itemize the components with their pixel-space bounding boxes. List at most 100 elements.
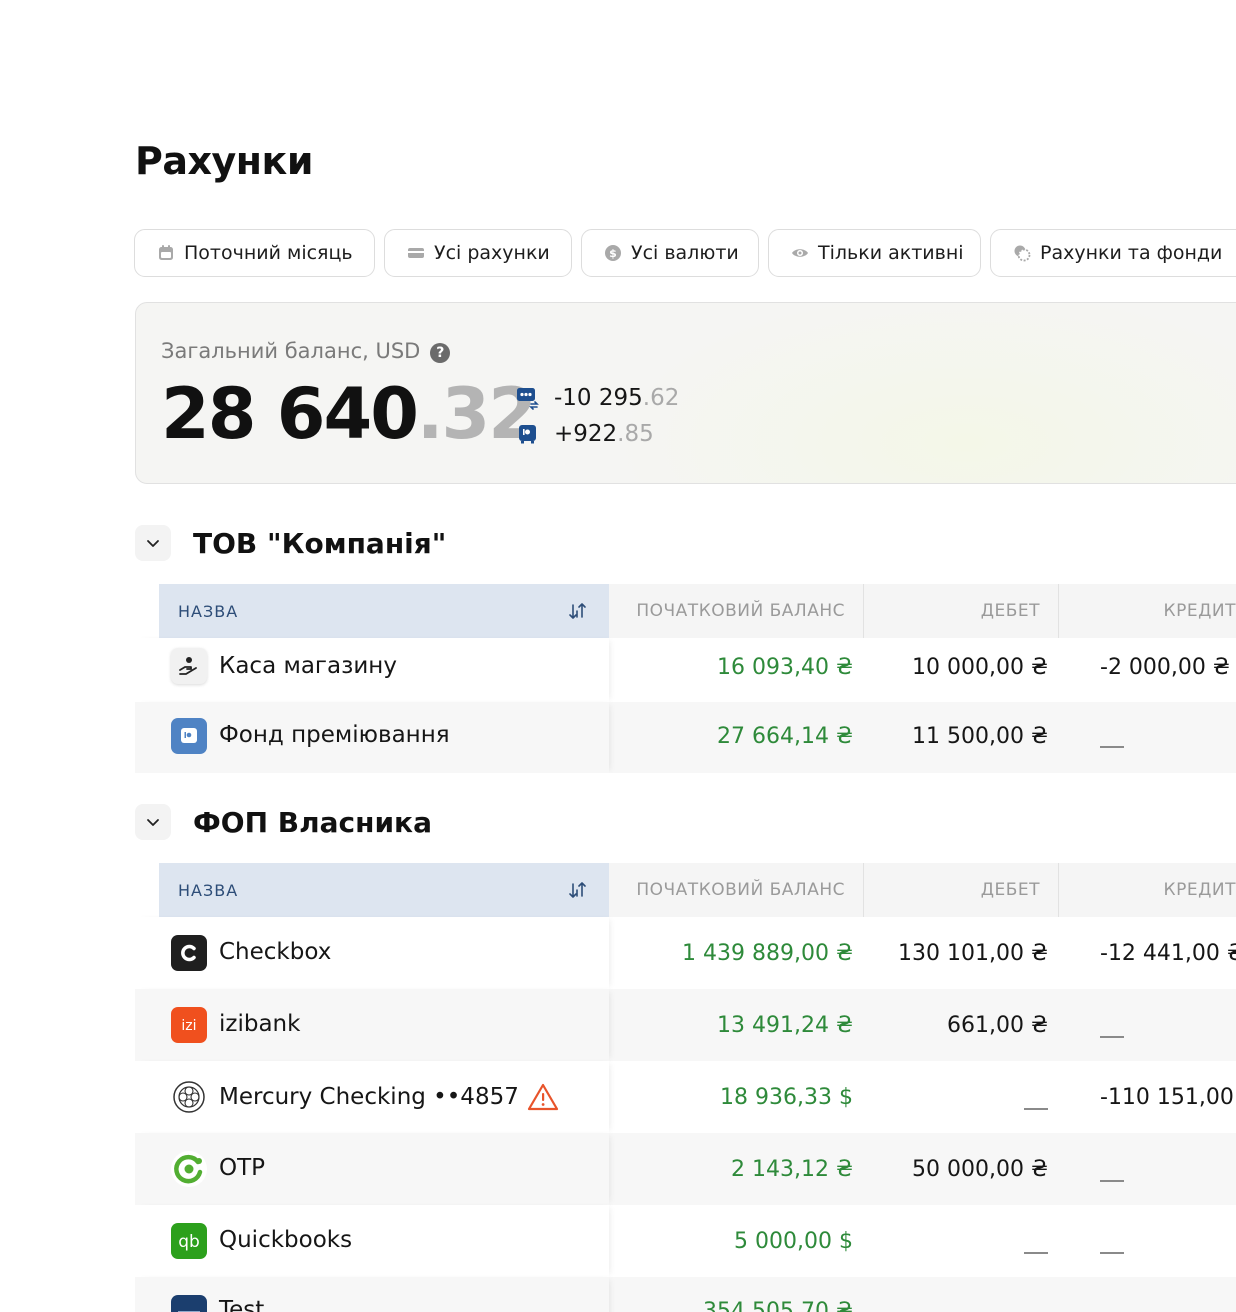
group-header-company: ТОВ "Компанія" [135, 525, 446, 561]
table-row[interactable]: Mercury Checking ••4857 18 936,33 $ -110… [135, 1061, 1236, 1133]
opening-balance: 18 936,33 $ [720, 1085, 853, 1110]
accounts-table-fop: НАЗВА ПОЧАТКОВИЙ БАЛАНС ДЕБЕТ КРЕДИТ Che… [135, 863, 1236, 1312]
izibank-logo-icon: izi [171, 1007, 207, 1043]
debit-empty [1024, 1096, 1048, 1121]
chevron-down-icon [147, 819, 159, 826]
funds-balance-integer: +922 [554, 421, 618, 447]
filter-active-button[interactable]: Тільки активні [768, 229, 981, 277]
help-icon[interactable]: ? [430, 342, 451, 363]
group-header-fop: ФОП Власника [135, 804, 432, 840]
empty-dash [1100, 746, 1124, 748]
table-header: НАЗВА ПОЧАТКОВИЙ БАЛАНС ДЕБЕТ КРЕДИТ [135, 584, 1236, 638]
empty-dash [1100, 1180, 1124, 1182]
account-name[interactable]: OTP [219, 1155, 265, 1181]
table-row[interactable]: Checkbox 1 439 889,00 ₴ 130 101,00 ₴ -12… [135, 917, 1236, 989]
filter-accounts-funds-button[interactable]: Рахунки та фонди [990, 229, 1236, 277]
credit-empty [1100, 1240, 1124, 1265]
collapse-group-button[interactable] [135, 525, 171, 561]
svg-text:$: $ [609, 247, 617, 260]
mercury-logo-icon [171, 1079, 207, 1115]
empty-dash [1100, 1252, 1124, 1254]
page-title: Рахунки [135, 139, 313, 183]
filter-accounts-button[interactable]: Усі рахунки [384, 229, 572, 277]
total-balance-card: Загальний баланс, USD ? 28 640.32 -10 29… [135, 302, 1236, 484]
otp-logo-icon [171, 1151, 207, 1187]
eye-icon [792, 249, 808, 257]
total-balance-amount: 28 640.32 [161, 373, 537, 455]
column-header-name[interactable]: НАЗВА [159, 584, 609, 638]
group-title: ТОВ "Компанія" [193, 526, 447, 560]
warning-icon[interactable] [527, 1083, 559, 1111]
safe-icon [171, 718, 207, 754]
sort-icon[interactable] [569, 601, 587, 621]
opening-balance: 13 491,24 ₴ [717, 1013, 853, 1038]
column-header-credit[interactable]: КРЕДИТ [1058, 584, 1236, 638]
cash-hand-icon [171, 648, 207, 684]
accounts-balance-integer: -10 295 [554, 385, 643, 411]
collapse-group-button[interactable] [135, 804, 171, 840]
opening-balance: 5 000,00 $ [734, 1229, 853, 1254]
table-row[interactable]: OTP 2 143,12 ₴ 50 000,00 ₴ [135, 1133, 1236, 1205]
credit-value: -2 000,00 ₴ [1100, 655, 1230, 680]
filter-accounts-label: Усі рахунки [434, 242, 550, 264]
debit-value: 130 101,00 ₴ [898, 941, 1048, 966]
account-transfer-icon [517, 388, 539, 410]
filter-currencies-label: Усі валюти [631, 242, 739, 264]
account-name[interactable]: Quickbooks [219, 1227, 352, 1253]
empty-dash [1024, 1108, 1048, 1110]
column-header-opening[interactable]: ПОЧАТКОВИЙ БАЛАНС [609, 584, 863, 638]
column-header-debit[interactable]: ДЕБЕТ [863, 584, 1058, 638]
svg-text:izi: izi [181, 1018, 196, 1034]
account-name-row[interactable]: Mercury Checking ••4857 [219, 1083, 559, 1111]
sort-icon[interactable] [569, 880, 587, 900]
filter-period-button[interactable]: Поточний місяць [134, 229, 375, 277]
credit-value: -12 441,00 ₴ [1100, 941, 1236, 966]
total-balance-label: Загальний баланс, USD [161, 339, 421, 363]
column-header-credit[interactable]: КРЕДИТ [1058, 863, 1236, 917]
calendar-icon [159, 245, 173, 260]
credit-empty [1100, 1168, 1124, 1193]
svg-text:qb: qb [178, 1232, 200, 1252]
account-name[interactable]: Test [219, 1297, 264, 1312]
table-row[interactable]: Фонд преміювання 27 664,14 ₴ 11 500,00 ₴ [135, 702, 1236, 773]
coins-icon [1014, 245, 1031, 262]
accounts-balance-line: -10 295.62 [516, 385, 679, 411]
account-name[interactable]: Checkbox [219, 939, 331, 965]
column-header-debit[interactable]: ДЕБЕТ [863, 863, 1058, 917]
opening-balance: 1 439 889,00 ₴ [682, 941, 853, 966]
debit-empty [1024, 1240, 1048, 1265]
debit-value: 50 000,00 ₴ [912, 1157, 1048, 1182]
opening-balance: 27 664,14 ₴ [717, 724, 853, 749]
table-header: НАЗВА ПОЧАТКОВИЙ БАЛАНС ДЕБЕТ КРЕДИТ [135, 863, 1236, 917]
column-header-name[interactable]: НАЗВА [159, 863, 609, 917]
empty-dash [1024, 1252, 1048, 1254]
account-name: Mercury Checking ••4857 [219, 1084, 519, 1110]
column-header-opening[interactable]: ПОЧАТКОВИЙ БАЛАНС [609, 863, 863, 917]
total-balance-label-row: Загальний баланс, USD ? [161, 339, 451, 363]
credit-value: -110 151,00 $ [1100, 1085, 1236, 1110]
table-row[interactable]: izi izibank 13 491,24 ₴ 661,00 ₴ [135, 989, 1236, 1061]
credit-empty [1100, 734, 1124, 759]
quickbooks-logo-icon: qb [171, 1223, 207, 1259]
safe-icon [519, 425, 536, 444]
debit-value: 11 500,00 ₴ [912, 724, 1048, 749]
table-row[interactable]: Каса магазину 16 093,40 ₴ 10 000,00 ₴ -2… [135, 638, 1236, 702]
opening-balance: 354 505,70 ₴ [703, 1299, 853, 1312]
accounts-table-company: НАЗВА ПОЧАТКОВИЙ БАЛАНС ДЕБЕТ КРЕДИТ Кас… [135, 584, 1236, 773]
chevron-down-icon [147, 540, 159, 547]
empty-dash [1100, 1036, 1124, 1038]
bank-logo-icon [171, 1295, 207, 1312]
table-row[interactable]: qb Quickbooks 5 000,00 $ [135, 1205, 1236, 1277]
table-row[interactable]: Test 354 505,70 ₴ [135, 1277, 1236, 1312]
filter-currencies-button[interactable]: $ Усі валюти [581, 229, 759, 277]
debit-value: 661,00 ₴ [947, 1013, 1048, 1038]
funds-balance-line: +922.85 [516, 421, 654, 447]
account-name[interactable]: izibank [219, 1011, 300, 1037]
total-balance-integer: 28 640 [161, 373, 419, 455]
column-name-label: НАЗВА [178, 880, 239, 900]
column-name-label: НАЗВА [178, 601, 239, 621]
filter-active-label: Тільки активні [818, 242, 964, 264]
account-name[interactable]: Фонд преміювання [219, 722, 450, 748]
credit-empty [1100, 1024, 1124, 1049]
account-name[interactable]: Каса магазину [219, 653, 397, 679]
